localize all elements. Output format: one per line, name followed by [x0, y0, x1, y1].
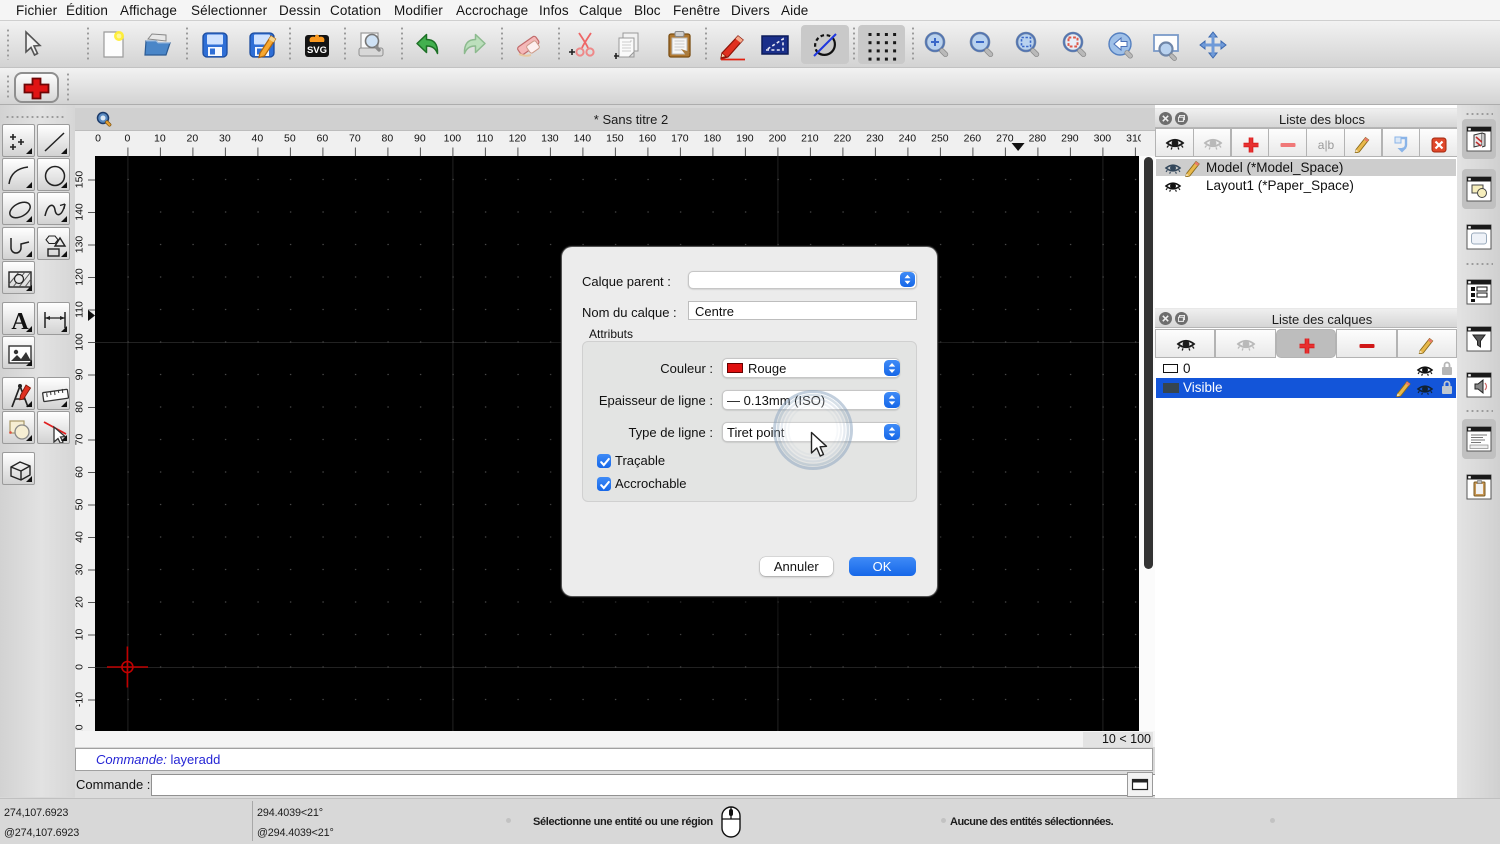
- svg-text:100: 100: [444, 133, 462, 145]
- svg-text:30: 30: [75, 564, 86, 576]
- svg-text:210: 210: [801, 133, 819, 145]
- svg-text:170: 170: [671, 133, 689, 145]
- svg-text:310: 310: [1126, 133, 1141, 145]
- svg-text:230: 230: [866, 133, 884, 145]
- svg-text:70: 70: [75, 434, 86, 446]
- svg-text:240: 240: [899, 133, 917, 145]
- svg-text:10: 10: [154, 133, 166, 145]
- svg-text:150: 150: [606, 133, 624, 145]
- svg-text:190: 190: [736, 133, 754, 145]
- svg-text:120: 120: [509, 133, 527, 145]
- svg-text:30: 30: [219, 133, 231, 145]
- svg-text:0: 0: [75, 664, 86, 670]
- svg-text:80: 80: [75, 401, 86, 413]
- svg-text:70: 70: [349, 133, 361, 145]
- svg-text:110: 110: [75, 301, 86, 318]
- svg-text:-10: -10: [75, 692, 86, 707]
- svg-text:250: 250: [931, 133, 949, 145]
- svg-text:100: 100: [75, 333, 86, 351]
- svg-text:SVG: SVG: [307, 45, 327, 56]
- svg-text:90: 90: [414, 133, 426, 145]
- svg-text:280: 280: [1029, 133, 1047, 145]
- svg-text:80: 80: [382, 133, 394, 145]
- svg-text:50: 50: [284, 133, 296, 145]
- svg-text:0: 0: [95, 133, 101, 145]
- svg-text:20: 20: [75, 596, 86, 608]
- svg-text:220: 220: [834, 133, 852, 145]
- svg-text:90: 90: [75, 369, 86, 381]
- svg-text:20: 20: [187, 133, 199, 145]
- svg-text:270: 270: [996, 133, 1014, 145]
- svg-text:260: 260: [964, 133, 982, 145]
- svg-text:130: 130: [541, 133, 559, 145]
- svg-text:10: 10: [75, 629, 86, 641]
- svg-text:a|b: a|b: [1318, 138, 1335, 152]
- svg-text:300: 300: [1094, 133, 1112, 145]
- svg-text:130: 130: [75, 236, 86, 254]
- svg-text:110: 110: [477, 133, 494, 145]
- svg-text:150: 150: [75, 171, 86, 189]
- svg-text:40: 40: [252, 133, 264, 145]
- svg-text:40: 40: [75, 531, 86, 543]
- svg-text:60: 60: [75, 466, 86, 478]
- svg-text:140: 140: [574, 133, 592, 145]
- svg-text:120: 120: [75, 268, 86, 286]
- svg-text:0: 0: [124, 133, 130, 145]
- svg-text:180: 180: [704, 133, 722, 145]
- svg-text:50: 50: [75, 499, 86, 511]
- svg-text:160: 160: [639, 133, 657, 145]
- svg-text:60: 60: [317, 133, 329, 145]
- svg-text:200: 200: [769, 133, 787, 145]
- svg-text:290: 290: [1061, 133, 1079, 145]
- svg-text:140: 140: [75, 203, 86, 221]
